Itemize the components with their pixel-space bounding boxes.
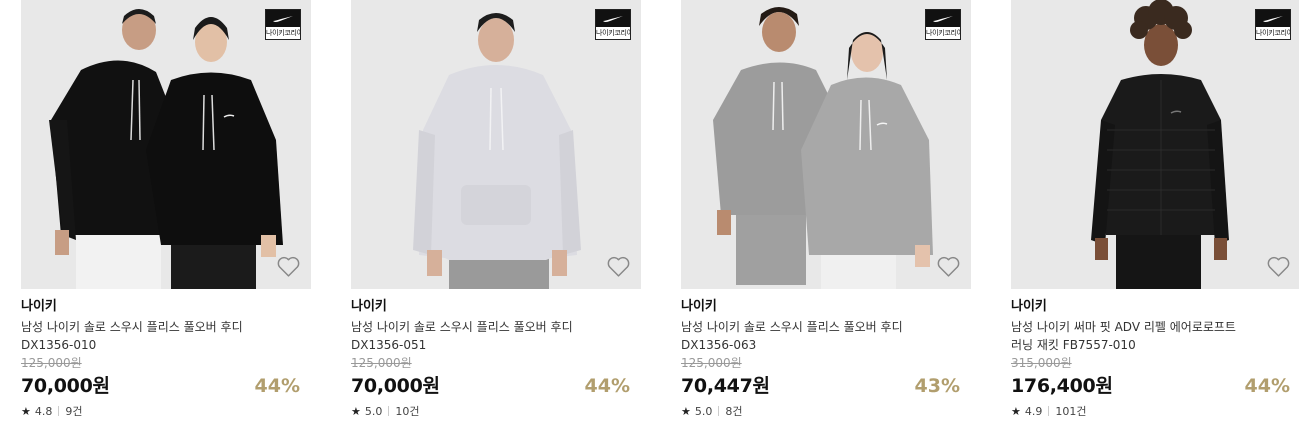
- product-brand[interactable]: 나이키: [21, 298, 311, 316]
- review-count[interactable]: 101건: [1055, 403, 1086, 419]
- product-name[interactable]: 남성 나이키 솔로 스우시 플리스 풀오버 후디 DX1356-010: [21, 318, 267, 354]
- product-photo-grey-hoodie: [681, 0, 971, 289]
- product-card[interactable]: 나이키코리아 나이키 남성 나이키 솔로 스우시 플리스 풀오버 후디 DX13…: [681, 0, 971, 418]
- product-brand[interactable]: 나이키: [681, 298, 971, 316]
- product-info: 나이키 남성 나이키 솔로 스우시 플리스 풀오버 후디 DX1356-063 …: [681, 289, 971, 418]
- heart-outline-icon[interactable]: [276, 255, 301, 278]
- product-info: 나이키 남성 나이키 써마 핏 ADV 리펠 에어로로프트 러닝 재킷 FB75…: [1011, 289, 1299, 418]
- rating-summary: ★ 4.9 101건: [1011, 403, 1299, 419]
- discount-rate: 44%: [1244, 375, 1290, 397]
- nike-swoosh-icon: [273, 15, 293, 22]
- divider: [388, 406, 390, 416]
- product-name[interactable]: 남성 나이키 솔로 스우시 플리스 풀오버 후디 DX1356-051: [351, 318, 597, 354]
- discount-rate: 43%: [914, 375, 960, 397]
- product-photo-black-jacket: [1011, 0, 1299, 289]
- product-image[interactable]: 나이키코리아: [681, 0, 971, 289]
- heart-outline-icon[interactable]: [1266, 255, 1291, 278]
- original-price: 315,000원: [1011, 356, 1072, 370]
- product-card[interactable]: 나이키코리아 나이키 남성 나이키 써마 핏 ADV 리펠 에어로로프트 러닝 …: [1011, 0, 1299, 418]
- product-brand[interactable]: 나이키: [351, 298, 641, 316]
- star-icon: ★: [1011, 404, 1021, 418]
- brand-badge: 나이키코리아: [595, 9, 631, 40]
- sale-price: 70,000원: [351, 375, 440, 397]
- product-card[interactable]: 나이키코리아 나이키 남성 나이키 솔로 스우시 플리스 풀오버 후디 DX13…: [21, 0, 311, 418]
- heart-outline-icon[interactable]: [936, 255, 961, 278]
- price-row: 70,447원 43%: [681, 371, 971, 397]
- original-price: 125,000원: [681, 356, 742, 370]
- product-brand[interactable]: 나이키: [1011, 298, 1299, 316]
- discount-rate: 44%: [254, 375, 300, 397]
- star-icon: ★: [351, 404, 361, 418]
- price-row: 70,000원 44%: [21, 371, 311, 397]
- sale-price: 70,000원: [21, 375, 110, 397]
- wishlist-button[interactable]: [936, 255, 961, 278]
- brand-badge: 나이키코리아: [1255, 9, 1291, 40]
- product-photo-white-hoodie: [351, 0, 641, 289]
- nike-swoosh-icon: [1263, 15, 1283, 22]
- brand-badge: 나이키코리아: [925, 9, 961, 40]
- wishlist-button[interactable]: [606, 255, 631, 278]
- divider: [718, 406, 720, 416]
- star-icon: ★: [21, 404, 31, 418]
- brand-badge: 나이키코리아: [265, 9, 301, 40]
- rating-summary: ★ 5.0 8건: [681, 403, 971, 419]
- rating-score: 5.0: [694, 404, 713, 418]
- wishlist-button[interactable]: [276, 255, 301, 278]
- nike-swoosh-icon: [933, 15, 953, 22]
- product-photo-black-hoodie: [21, 0, 311, 289]
- rating-summary: ★ 4.8 9건: [21, 403, 311, 419]
- product-image[interactable]: 나이키코리아: [351, 0, 641, 289]
- price-row: 70,000원 44%: [351, 371, 641, 397]
- nike-swoosh-icon: [603, 15, 623, 22]
- original-price: 125,000원: [21, 356, 82, 370]
- discount-rate: 44%: [584, 375, 630, 397]
- wishlist-button[interactable]: [1266, 255, 1291, 278]
- review-count[interactable]: 10건: [395, 403, 419, 419]
- product-name[interactable]: 남성 나이키 솔로 스우시 플리스 풀오버 후디 DX1356-063: [681, 318, 927, 354]
- price-row: 176,400원 44%: [1011, 371, 1299, 397]
- product-info: 나이키 남성 나이키 솔로 스우시 플리스 풀오버 후디 DX1356-010 …: [21, 289, 311, 418]
- review-count[interactable]: 9건: [65, 403, 82, 419]
- rating-summary: ★ 5.0 10건: [351, 403, 641, 419]
- original-price: 125,000원: [351, 356, 412, 370]
- sale-price: 176,400원: [1011, 375, 1113, 397]
- product-image[interactable]: 나이키코리아: [1011, 0, 1299, 289]
- product-image[interactable]: 나이키코리아: [21, 0, 311, 289]
- review-count[interactable]: 8건: [725, 403, 742, 419]
- product-info: 나이키 남성 나이키 솔로 스우시 플리스 풀오버 후디 DX1356-051 …: [351, 289, 641, 418]
- product-card[interactable]: 나이키코리아 나이키 남성 나이키 솔로 스우시 플리스 풀오버 후디 DX13…: [351, 0, 641, 418]
- sale-price: 70,447원: [681, 375, 770, 397]
- heart-outline-icon[interactable]: [606, 255, 631, 278]
- star-icon: ★: [681, 404, 691, 418]
- rating-score: 5.0: [364, 404, 383, 418]
- divider: [58, 406, 60, 416]
- product-name[interactable]: 남성 나이키 써마 핏 ADV 리펠 에어로로프트 러닝 재킷 FB7557-0…: [1011, 318, 1257, 354]
- rating-score: 4.8: [34, 404, 53, 418]
- rating-score: 4.9: [1024, 404, 1043, 418]
- product-grid: 나이키코리아 나이키 남성 나이키 솔로 스우시 플리스 풀오버 후디 DX13…: [0, 0, 1299, 441]
- divider: [1048, 406, 1050, 416]
